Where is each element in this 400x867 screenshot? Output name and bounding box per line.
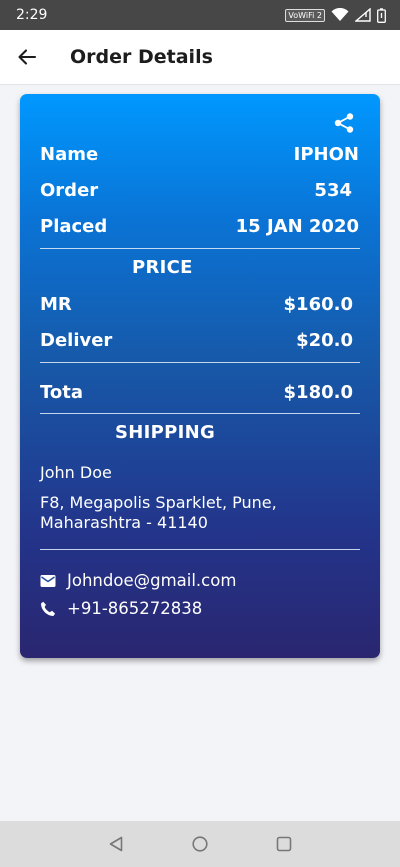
divider (40, 362, 360, 363)
order-id-row: Order 534 (40, 178, 359, 202)
delivery-value: $20.0 (296, 329, 353, 351)
system-nav-bar (0, 821, 400, 867)
mrp-row: MR $160.0 (40, 292, 359, 316)
divider (40, 549, 360, 550)
product-name-value: IPHON (293, 143, 359, 165)
share-icon (334, 113, 354, 133)
price-section-title: PRICE (132, 257, 193, 278)
placed-date-row: Placed 15 JAN 2020 (40, 214, 359, 238)
phone-text: +91-865272838 (67, 599, 203, 618)
placed-date-label: Placed (40, 215, 108, 237)
wifi-icon (331, 8, 349, 21)
triangle-back-icon (109, 836, 123, 852)
nav-back-button[interactable] (106, 834, 126, 854)
recipient-name: John Doe (40, 463, 112, 482)
order-card: Name IPHON Order 534 Placed 15 JAN 2020 … (20, 94, 380, 658)
delivery-label: Deliver (40, 329, 113, 351)
email-row[interactable]: Johndoe@gmail.com (40, 571, 236, 590)
address-line-1: F8, Megapolis Sparklet, Pune, (40, 493, 277, 512)
nav-home-button[interactable] (190, 834, 210, 854)
order-id-label: Order (40, 179, 99, 201)
back-button[interactable] (14, 44, 40, 70)
divider (40, 413, 360, 414)
total-label: Tota (40, 381, 84, 403)
placed-date-value: 15 JAN 2020 (235, 215, 359, 237)
total-value: $180.0 (283, 381, 353, 403)
divider (40, 248, 360, 249)
mrp-label: MR (40, 293, 72, 315)
app-bar: Order Details (0, 30, 400, 85)
shipping-section-title: SHIPPING (115, 422, 216, 443)
status-icons: VoWiFi 2 (285, 7, 386, 23)
total-row: Tota $180.0 (40, 380, 359, 404)
order-id-value: 534 (314, 179, 352, 201)
status-bar: 2:29 VoWiFi 2 (0, 0, 400, 30)
circle-home-icon (192, 836, 208, 852)
status-time: 2:29 (16, 7, 48, 23)
mrp-value: $160.0 (283, 293, 353, 315)
square-recents-icon (276, 836, 292, 852)
share-button[interactable] (332, 111, 356, 135)
product-name-row: Name IPHON (40, 142, 359, 166)
wifi-calling-badge: VoWiFi 2 (285, 8, 325, 22)
arrow-left-icon (18, 49, 37, 65)
product-name-label: Name (40, 143, 99, 165)
delivery-row: Deliver $20.0 (40, 328, 359, 352)
nav-recents-button[interactable] (274, 834, 294, 854)
phone-row[interactable]: +91-865272838 (40, 599, 202, 618)
page-title: Order Details (70, 46, 213, 68)
battery-icon (377, 7, 386, 23)
email-text: Johndoe@gmail.com (67, 571, 237, 590)
address-line-2: Maharashtra - 41140 (40, 513, 208, 532)
signal-icon (355, 8, 371, 22)
phone-icon (40, 600, 58, 618)
envelope-icon (40, 572, 58, 590)
